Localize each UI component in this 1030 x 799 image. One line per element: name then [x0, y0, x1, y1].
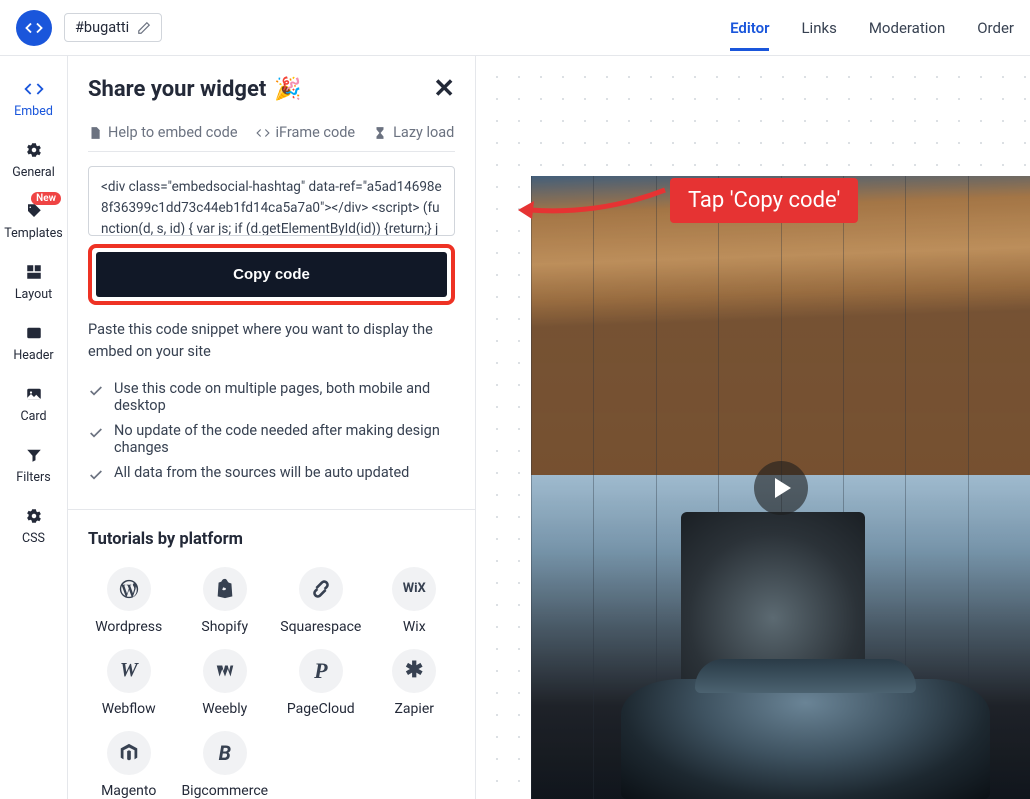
code-icon: [23, 78, 45, 100]
check-icon: [88, 425, 104, 441]
check-list: Use this code on multiple pages, both mo…: [88, 376, 455, 487]
top-bar: #bugatti Editor Links Moderation Order: [0, 0, 1030, 56]
sidebar-filters[interactable]: Filters: [0, 434, 67, 495]
nav-links[interactable]: Links: [801, 11, 836, 45]
tab-lazy[interactable]: Lazy load: [373, 124, 454, 141]
check-icon: [88, 383, 104, 399]
preview-media[interactable]: [531, 176, 1030, 799]
platform-grid: Wordpress Shopify Squarespace WiXWix WWe…: [88, 567, 455, 799]
new-badge: New: [31, 192, 61, 205]
sidebar-css[interactable]: CSS: [0, 495, 67, 556]
copy-button[interactable]: Copy code: [96, 252, 447, 297]
code-box[interactable]: <div class="embedsocial-hashtag" data-re…: [88, 166, 455, 236]
platform-magento[interactable]: Magento: [88, 731, 169, 799]
sidebar-embed[interactable]: Embed: [0, 68, 67, 129]
sidebar-templates[interactable]: New Templates: [0, 190, 67, 251]
platform-bigcommerce[interactable]: BBigcommerce: [181, 731, 268, 799]
car-visual: [621, 679, 990, 799]
hourglass-icon: [373, 126, 387, 140]
gear-icon: [23, 139, 45, 161]
tab-iframe[interactable]: iFrame code: [256, 124, 356, 141]
panel-title: Share your widget 🎉: [88, 77, 302, 102]
platform-shopify[interactable]: Shopify: [181, 567, 268, 635]
check-row: All data from the sources will be auto u…: [88, 460, 455, 487]
document-icon: [88, 126, 102, 140]
platform-webflow[interactable]: WWebflow: [88, 649, 169, 717]
platform-squarespace[interactable]: Squarespace: [280, 567, 361, 635]
layout-icon: [23, 261, 45, 283]
app-logo[interactable]: [16, 10, 52, 46]
copy-highlight: Copy code: [88, 244, 455, 305]
check-icon: [88, 467, 104, 483]
nav-order[interactable]: Order: [977, 11, 1014, 45]
platform-zapier[interactable]: ✱Zapier: [374, 649, 455, 717]
paste-description: Paste this code snippet where you want t…: [88, 319, 455, 364]
gear-icon: [23, 505, 45, 527]
annotation: Tap 'Copy code': [510, 175, 858, 225]
code-icon: [256, 126, 270, 140]
tutorials-title: Tutorials by platform: [88, 530, 455, 549]
sidebar: Embed General New Templates Layout Heade…: [0, 56, 68, 799]
sidebar-card[interactable]: Card: [0, 373, 67, 434]
platform-wordpress[interactable]: Wordpress: [88, 567, 169, 635]
share-panel: Share your widget 🎉 ✕ Help to embed code…: [68, 56, 476, 799]
arrow-icon: [510, 175, 670, 225]
divider: [68, 509, 475, 510]
pencil-icon: [137, 21, 151, 35]
top-nav: Editor Links Moderation Order: [730, 11, 1014, 45]
platform-weebly[interactable]: Weebly: [181, 649, 268, 717]
annotation-label: Tap 'Copy code': [670, 178, 858, 223]
hashtag-text: #bugatti: [75, 19, 129, 36]
nav-moderation[interactable]: Moderation: [869, 11, 945, 45]
platform-wix[interactable]: WiXWix: [374, 567, 455, 635]
check-row: No update of the code needed after makin…: [88, 418, 455, 460]
nav-editor[interactable]: Editor: [730, 11, 769, 45]
close-icon[interactable]: ✕: [433, 74, 455, 104]
hashtag-chip[interactable]: #bugatti: [64, 13, 162, 42]
sidebar-general[interactable]: General: [0, 129, 67, 190]
sidebar-header[interactable]: Header: [0, 312, 67, 373]
sidebar-layout[interactable]: Layout: [0, 251, 67, 312]
play-icon[interactable]: [754, 461, 808, 515]
platform-pagecloud[interactable]: PPageCloud: [280, 649, 361, 717]
header-icon: [23, 322, 45, 344]
image-icon: [23, 383, 45, 405]
filter-icon: [23, 444, 45, 466]
tab-help[interactable]: Help to embed code: [88, 124, 238, 141]
preview-area: [476, 56, 1030, 799]
party-icon: 🎉: [274, 77, 301, 102]
embed-tabs: Help to embed code iFrame code Lazy load: [88, 124, 455, 152]
check-row: Use this code on multiple pages, both mo…: [88, 376, 455, 418]
